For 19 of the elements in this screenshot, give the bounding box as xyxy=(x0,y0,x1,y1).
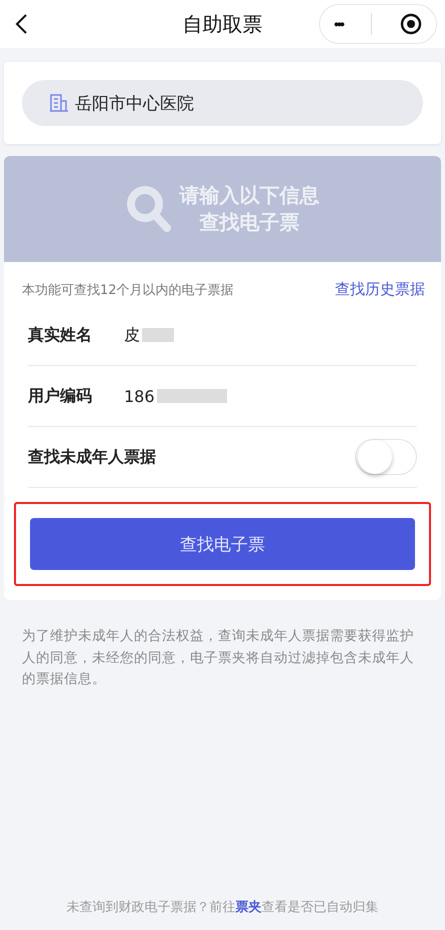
footer-text: 未查询到财政电子票据？前往票夹查看是否已自动归集 xyxy=(66,899,380,916)
field-label: 用户编码 xyxy=(28,386,93,406)
page-title: 自助取票 xyxy=(182,10,262,38)
history-link[interactable]: 查找历史票据 xyxy=(335,280,425,299)
more-button[interactable]: ••• xyxy=(334,16,343,32)
wallet-link[interactable]: 票夹 xyxy=(236,900,262,915)
field-value[interactable]: 186 xyxy=(124,386,155,406)
field-label: 真实姓名 xyxy=(28,324,93,346)
disclaimer-text: 为了维护未成年人的合法权益，查询未成年人票据需要获得监护人的同意，未经您的同意，电子票夹将自动过滤掉包含未成年人的票据信息。 xyxy=(22,627,415,690)
close-target-icon[interactable] xyxy=(400,13,422,35)
search-icon xyxy=(126,185,172,233)
back-icon[interactable] xyxy=(14,13,28,35)
field-label: 查找未成年人票据 xyxy=(28,446,156,468)
range-note: 本功能可查找12个月以内的电子票据 xyxy=(22,282,234,298)
toggle-switch[interactable] xyxy=(355,439,417,475)
hospital-selector[interactable]: 岳阳市中心医院 xyxy=(22,80,423,126)
search-button[interactable]: 查找电子票 xyxy=(30,518,415,570)
building-icon xyxy=(49,93,69,113)
field-value[interactable]: 皮 xyxy=(124,324,140,346)
